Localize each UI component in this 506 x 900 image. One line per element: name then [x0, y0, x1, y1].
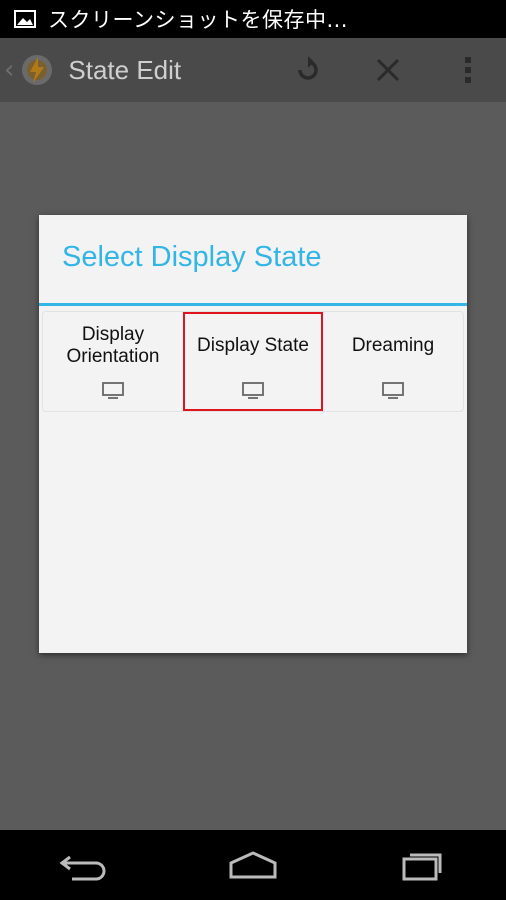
image-icon: [14, 10, 36, 28]
monitor-icon: [382, 382, 404, 399]
select-display-state-dialog: Select Display State Display Orientation…: [39, 215, 467, 653]
status-bar: スクリーンショットを保存中...: [0, 0, 506, 38]
option-display-state[interactable]: Display State: [183, 312, 323, 411]
dialog-title: Select Display State: [62, 241, 322, 273]
status-text: スクリーンショットを保存中...: [48, 8, 348, 32]
recent-apps-icon[interactable]: [390, 845, 454, 885]
app-logo-icon[interactable]: [18, 51, 56, 89]
dialog-divider: [39, 303, 467, 306]
monitor-icon: [102, 382, 124, 399]
option-display-orientation[interactable]: Display Orientation: [43, 312, 183, 411]
option-label: Display State: [197, 335, 309, 356]
navigation-bar: [0, 830, 506, 900]
option-label: Dreaming: [351, 335, 435, 356]
back-icon[interactable]: [52, 845, 116, 885]
overflow-menu-icon[interactable]: [450, 52, 486, 88]
up-caret-icon[interactable]: ‹: [4, 55, 14, 85]
refresh-icon[interactable]: [290, 52, 326, 88]
option-dreaming[interactable]: Dreaming: [323, 312, 463, 411]
home-icon[interactable]: [221, 845, 285, 885]
options-grid: Display Orientation Display State Dreami…: [42, 311, 464, 412]
monitor-icon: [242, 382, 264, 399]
option-label: Display Orientation: [66, 324, 160, 367]
app-bar: ‹ State Edit: [0, 38, 506, 102]
close-icon[interactable]: [370, 52, 406, 88]
app-bar-title: State Edit: [68, 54, 182, 85]
